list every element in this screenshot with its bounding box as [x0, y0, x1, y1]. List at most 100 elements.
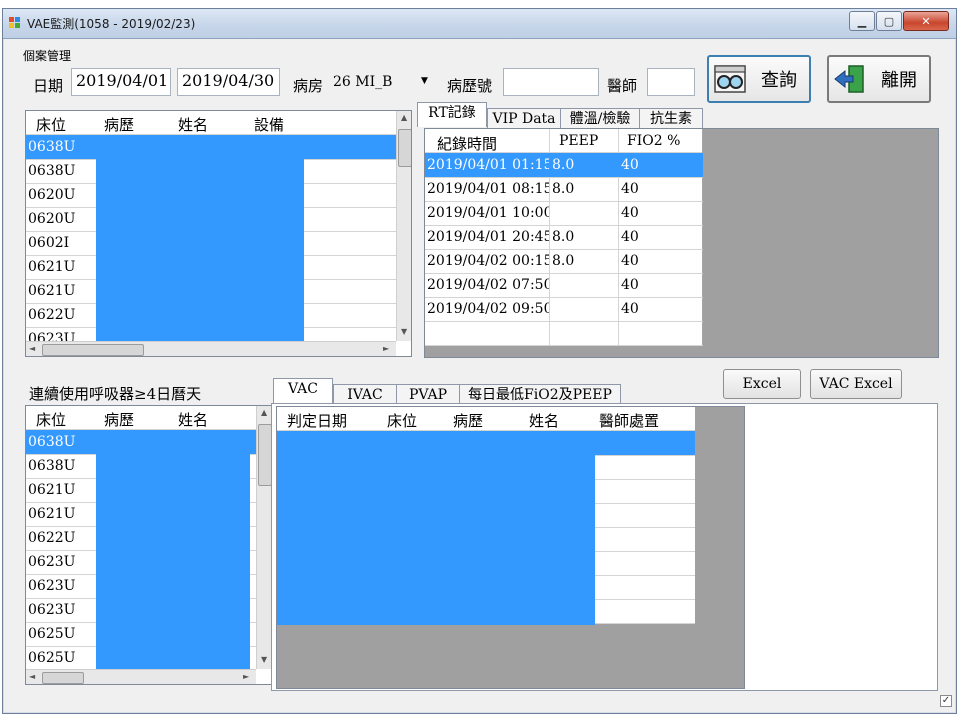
record-time-cell: 2019/04/01 10:00 — [427, 205, 549, 221]
scroll-right-icon[interactable]: ► — [383, 344, 389, 353]
fio2-cell: 40 — [621, 181, 639, 197]
column-header[interactable]: 紀錄時間 — [437, 133, 497, 154]
window-title: VAE監測(1058 - 2019/02/23) — [27, 17, 196, 31]
equipment-cell — [304, 135, 396, 159]
app-window: VAE監測(1058 - 2019/02/23) ▁ ▢ ✕ 個案管理 日期 2… — [2, 8, 957, 714]
horizontal-scrollbar[interactable]: ◄ ► — [26, 341, 396, 356]
vac-grid[interactable]: 判定日期 床位 病歷 姓名 醫師處置 — [276, 406, 745, 689]
close-button[interactable]: ✕ — [903, 11, 949, 31]
chevron-down-icon[interactable]: ▼ — [421, 76, 428, 86]
scroll-left-icon[interactable]: ◄ — [29, 344, 35, 353]
column-header[interactable]: 床位 — [36, 114, 66, 135]
exit-door-icon — [834, 65, 864, 93]
chart-no-label: 病歷號 — [447, 77, 493, 95]
rt-record-grid[interactable]: 紀錄時間 PEEP FIO2 % 2019/04/01 01:15 8.0 40 20… — [424, 128, 939, 358]
group-label: 個案管理 — [23, 49, 72, 63]
glasses-icon — [714, 65, 746, 93]
column-header[interactable]: 判定日期 — [287, 410, 347, 431]
horizontal-scrollbar[interactable]: ◄ ► — [26, 669, 256, 684]
column-header[interactable]: 姓名 — [178, 409, 208, 430]
date-to-input[interactable]: 2019/04/30 — [177, 68, 280, 96]
equipment-cell — [304, 159, 396, 183]
table-row[interactable]: 2019/04/01 10:00 40 — [425, 201, 703, 226]
bed-cell: 0620U — [28, 187, 76, 203]
column-header[interactable]: FIO2 % — [627, 133, 680, 149]
bed-cell: 0621U — [28, 506, 76, 522]
record-time-cell: 2019/04/01 01:15 — [427, 157, 549, 173]
record-time-cell: 2019/04/02 09:50 — [427, 301, 549, 317]
scroll-thumb[interactable] — [42, 344, 144, 356]
vertical-scrollbar[interactable]: ▲ ▼ — [396, 111, 411, 341]
vac-tab-strip: VAC IVAC PVAP 每日最低FiO2及PEEP — [273, 378, 633, 406]
ward-select[interactable]: 26 MI_B ▼ — [333, 74, 433, 96]
scroll-up-icon[interactable]: ▲ — [261, 408, 267, 417]
tab-vip-data[interactable]: VIP Data — [487, 108, 561, 130]
ventilator-grid[interactable]: 床位 病歷 姓名 0638U 0638U 0621U 0621U 0622U 0623U 0… — [25, 405, 272, 685]
peep-cell: 8.0 — [552, 181, 575, 197]
scroll-left-icon[interactable]: ◄ — [29, 672, 35, 681]
peep-cell: 8.0 — [552, 229, 575, 245]
column-header[interactable]: 設備 — [254, 114, 284, 135]
equipment-cell — [304, 303, 396, 327]
vac-table: 判定日期 床位 病歷 姓名 醫師處置 — [277, 407, 695, 625]
table-row[interactable]: 2019/04/01 08:15 8.0 40 — [425, 177, 703, 202]
equipment-cell — [304, 279, 396, 303]
equipment-cell — [304, 183, 396, 207]
scroll-thumb[interactable] — [42, 672, 84, 684]
tab-temp-lab[interactable]: 體溫/檢驗 — [560, 108, 640, 130]
bed-cell: 0638U — [28, 163, 76, 179]
table-row[interactable]: 2019/04/01 20:45 8.0 40 — [425, 225, 703, 250]
column-header[interactable]: 床位 — [387, 410, 417, 431]
column-header[interactable]: 床位 — [36, 409, 66, 430]
scroll-down-icon[interactable]: ▼ — [401, 327, 407, 336]
maximize-button[interactable]: ▢ — [876, 11, 902, 31]
ventilator-grid-header: 床位 病歷 姓名 — [26, 406, 256, 430]
column-header[interactable]: 姓名 — [529, 410, 559, 431]
column-header[interactable]: 姓名 — [178, 114, 208, 135]
tab-antibiotics[interactable]: 抗生素 — [639, 108, 703, 130]
date-from-input[interactable]: 2019/04/01 — [71, 68, 171, 96]
scroll-right-icon[interactable]: ► — [243, 672, 249, 681]
patient-grid[interactable]: 床位 病歷 姓名 設備 0638U 0638U 0620U 0620U 0602I 062… — [25, 110, 412, 357]
query-button[interactable]: 查詢 — [707, 55, 811, 103]
tab-vac[interactable]: VAC — [273, 378, 333, 403]
excel-button[interactable]: Excel — [723, 369, 801, 399]
bed-cell: 0621U — [28, 482, 76, 498]
fio2-cell: 40 — [621, 205, 639, 221]
vertical-scrollbar[interactable]: ▲ ▼ — [256, 406, 271, 669]
scroll-thumb[interactable] — [258, 424, 271, 486]
table-row[interactable]: 2019/04/02 09:50 40 — [425, 297, 703, 322]
table-row[interactable]: 2019/04/01 01:15 8.0 40 — [425, 153, 703, 178]
ventilator-label: 連續使用呼吸器≥4日曆天 — [29, 385, 202, 403]
table-row[interactable]: 2019/04/02 00:15 8.0 40 — [425, 249, 703, 274]
minimize-button[interactable]: ▁ — [849, 11, 875, 31]
column-header[interactable]: 病歷 — [453, 410, 483, 431]
table-row[interactable] — [425, 321, 703, 346]
equipment-cell — [304, 231, 396, 255]
column-header[interactable]: 病歷 — [104, 114, 134, 135]
bed-cell: 0638U — [28, 458, 76, 474]
doctor-input[interactable] — [647, 68, 695, 96]
column-header[interactable]: 病歷 — [104, 409, 134, 430]
title-bar[interactable]: VAE監測(1058 - 2019/02/23) ▁ ▢ ✕ — [3, 9, 956, 39]
fio2-cell: 40 — [621, 253, 639, 269]
bed-cell: 0602I — [28, 235, 70, 251]
redacted-area — [96, 430, 250, 670]
bed-cell: 0623U — [28, 602, 76, 618]
table-row[interactable]: 2019/04/02 07:50 40 — [425, 273, 703, 298]
record-time-cell: 2019/04/02 07:50 — [427, 277, 549, 293]
exit-button[interactable]: 離開 — [827, 55, 931, 103]
bed-cell: 0621U — [28, 283, 76, 299]
exit-button-label: 離開 — [881, 70, 917, 91]
scroll-thumb[interactable] — [398, 129, 411, 167]
tab-rt-records[interactable]: RT記錄 — [417, 102, 487, 127]
chart-no-input[interactable] — [503, 68, 599, 96]
vac-excel-button[interactable]: VAC Excel — [810, 369, 902, 399]
scroll-down-icon[interactable]: ▼ — [261, 655, 267, 664]
column-header[interactable]: 醫師處置 — [599, 410, 659, 431]
peep-cell — [550, 201, 618, 225]
column-header[interactable]: PEEP — [559, 133, 598, 149]
size-grip-icon[interactable]: ✓ — [940, 695, 952, 707]
scroll-up-icon[interactable]: ▲ — [401, 113, 407, 122]
redacted-area — [277, 437, 595, 625]
